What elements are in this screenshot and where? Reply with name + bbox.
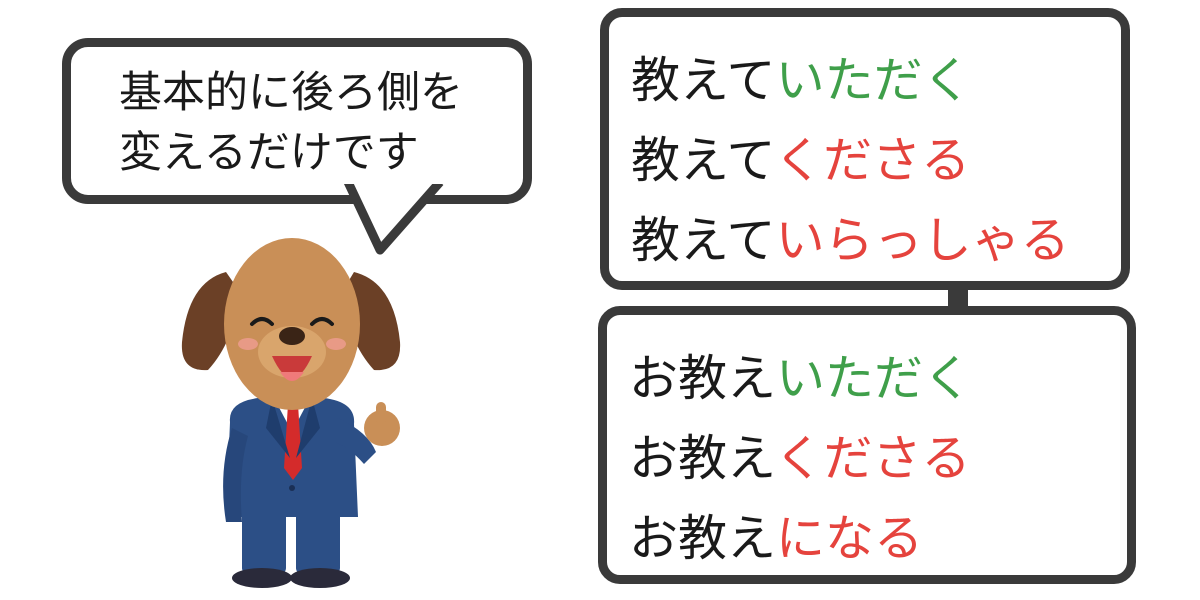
- raised-hand-thumb: [376, 402, 386, 424]
- speech-line-2: 変えるだけです: [119, 128, 419, 178]
- phrase-ending: いただく: [775, 52, 972, 109]
- phrase-stem: お教え: [629, 510, 777, 567]
- phrase-ending: いらっしゃる: [775, 212, 1070, 269]
- phrase-ending: いただく: [776, 350, 973, 407]
- right-cheek: [326, 338, 346, 350]
- phrase-stem: 教えて: [631, 212, 776, 269]
- dog-head: [224, 238, 360, 410]
- phrase-ending: くださる: [774, 430, 971, 487]
- phrase-line: 教えてくださる: [631, 121, 1121, 201]
- phrase-stem: お教え: [629, 350, 777, 407]
- phrase-line: お教えになる: [629, 499, 1127, 579]
- bottom-phrase-box: お教えいただく お教えくださる お教えになる: [598, 306, 1136, 584]
- dog-businessman-illustration: [181, 238, 401, 588]
- box-connector: [948, 288, 968, 308]
- jacket-button: [289, 485, 295, 491]
- top-phrase-box: 教えていただく 教えてくださる 教えていらっしゃる: [600, 8, 1130, 290]
- phrase-ending: になる: [776, 510, 924, 567]
- phrase-stem: 教えて: [631, 132, 775, 189]
- phrase-ending: くださる: [774, 132, 971, 189]
- phrase-line: 教えていらっしゃる: [631, 201, 1121, 281]
- speech-text: 基本的に後ろ側を 変えるだけです: [119, 63, 463, 183]
- speech-bubble: 基本的に後ろ側を 変えるだけです: [62, 38, 532, 204]
- phrase-line: お教えいただく: [629, 339, 1127, 419]
- phrase-line: 教えていただく: [631, 41, 1121, 121]
- phrase-stem: 教えて: [631, 52, 776, 109]
- left-cheek: [238, 338, 258, 350]
- right-shoe: [290, 568, 350, 588]
- phrase-line: お教えくださる: [629, 419, 1127, 499]
- left-shoe: [232, 568, 292, 588]
- speech-line-1: 基本的に後ろ側を: [119, 68, 463, 118]
- phrase-stem: お教え: [629, 430, 775, 487]
- nose: [279, 327, 305, 345]
